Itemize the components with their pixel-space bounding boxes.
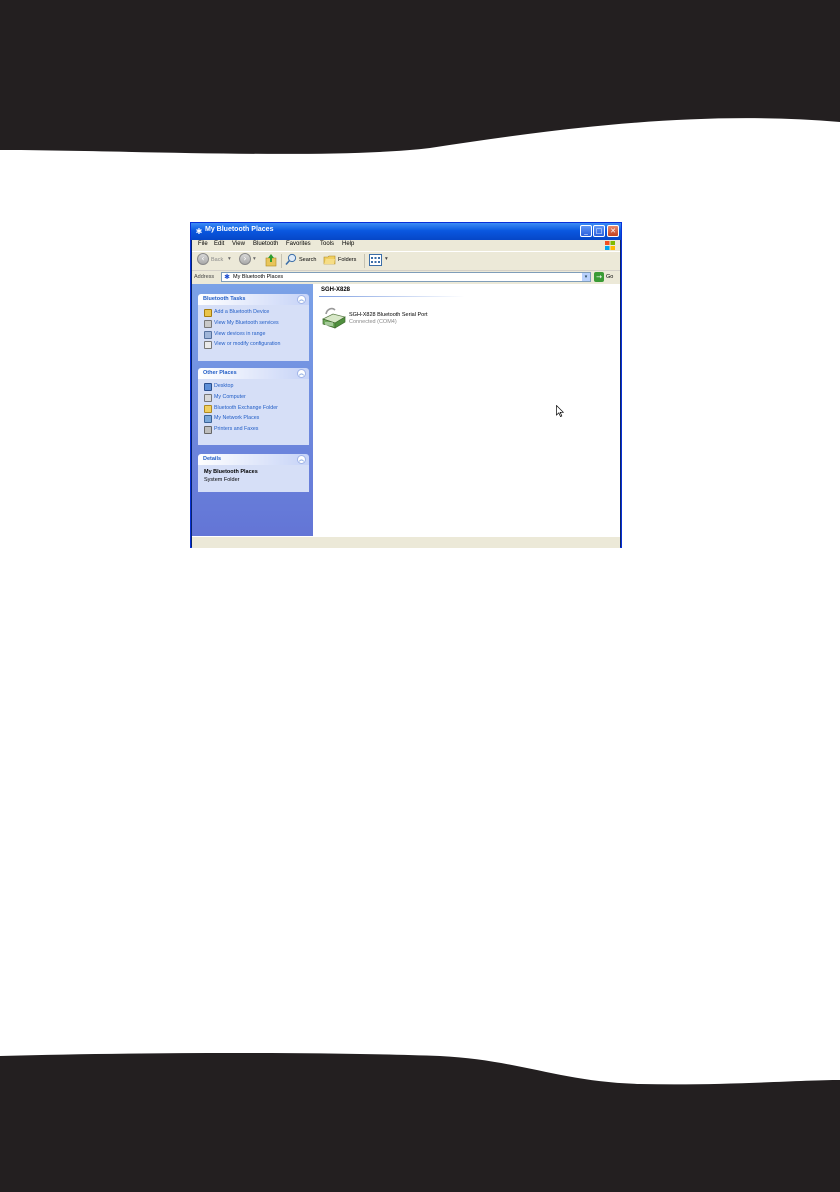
task-label: Add a Bluetooth Device [214, 309, 270, 315]
details-name: My Bluetooth Places [204, 469, 258, 475]
bluetooth-tasks-header[interactable]: Bluetooth Tasks ︽ [198, 294, 309, 305]
place-my-computer[interactable]: My Computer [198, 393, 309, 404]
address-dropdown-icon[interactable]: ▾ [582, 273, 590, 281]
back-arrow-icon[interactable]: ‹ [197, 253, 209, 265]
place-label: Printers and Faxes [214, 426, 259, 433]
address-bar: Address ✱ My Bluetooth Places ▾ → Go [192, 270, 620, 284]
desktop-icon [204, 383, 212, 391]
collapse-chevron-icon[interactable]: ︽ [297, 455, 306, 464]
address-label: Address [194, 274, 215, 280]
task-label: View devices in range [214, 330, 266, 337]
views-dropdown-icon[interactable]: ▾ [385, 256, 388, 270]
title-bar[interactable]: ✱ My Bluetooth Places _ □ ✕ [191, 223, 621, 240]
place-label: My Network Places [214, 415, 260, 422]
menu-bluetooth[interactable]: Bluetooth [253, 241, 278, 247]
my-computer-icon [204, 393, 212, 402]
task-add-bluetooth-device[interactable]: Add a Bluetooth Device [198, 308, 309, 319]
forward-arrow-icon[interactable]: › [239, 253, 251, 265]
folders-button-label[interactable]: Folders [338, 257, 356, 271]
bottom-page-band [0, 1053, 840, 1192]
toolbar: ‹ Back ▾ › ▾ Search Folders ▾ [192, 251, 620, 270]
devices-in-range-icon [204, 330, 212, 339]
place-bluetooth-exchange-folder[interactable]: Bluetooth Exchange Folder [198, 404, 309, 415]
address-input[interactable]: ✱ My Bluetooth Places ▾ [221, 272, 591, 282]
network-places-icon [204, 415, 212, 424]
toolbar-separator [281, 254, 282, 268]
other-places-title: Other Places [203, 370, 237, 376]
back-button-label[interactable]: Back [211, 257, 223, 271]
menu-bar: File Edit View Bluetooth Favorites Tools… [192, 240, 620, 251]
go-arrow-icon[interactable]: → [594, 272, 604, 282]
services-icon [204, 319, 212, 328]
maximize-button[interactable]: □ [593, 225, 605, 237]
menu-favorites[interactable]: Favorites [286, 241, 311, 247]
configuration-icon [204, 341, 212, 350]
address-value: My Bluetooth Places [233, 274, 284, 280]
task-view-services[interactable]: View My Bluetooth services [198, 319, 309, 330]
up-folder-icon[interactable] [265, 253, 277, 267]
place-label: Desktop [214, 383, 234, 389]
task-label: View My Bluetooth services [214, 319, 279, 326]
group-divider [319, 296, 465, 297]
menu-file[interactable]: File [198, 241, 208, 247]
file-list-area[interactable]: SGH-X828 SGH-X828 Bluetooth Serial Port … [313, 284, 620, 536]
serial-port-icon[interactable] [321, 307, 347, 329]
window-title: My Bluetooth Places [205, 226, 274, 233]
place-label: Bluetooth Exchange Folder [214, 404, 278, 411]
search-icon[interactable] [285, 253, 297, 266]
menu-help[interactable]: Help [342, 241, 354, 247]
place-desktop[interactable]: Desktop [198, 382, 309, 393]
forward-dropdown-icon[interactable]: ▾ [253, 256, 256, 270]
item-status: Connected (COM4) [349, 319, 397, 325]
collapse-chevron-icon[interactable]: ︽ [297, 295, 306, 304]
toolbar-separator [364, 254, 365, 268]
search-button-label[interactable]: Search [299, 257, 316, 271]
task-view-modify-configuration[interactable]: View or modify configuration [198, 340, 309, 351]
views-icon[interactable] [369, 254, 382, 266]
place-my-network-places[interactable]: My Network Places [198, 414, 309, 425]
menu-view[interactable]: View [232, 241, 245, 247]
details-header[interactable]: Details ︽ [198, 454, 309, 465]
menu-edit[interactable]: Edit [214, 241, 224, 247]
collapse-chevron-icon[interactable]: ︽ [297, 369, 306, 378]
status-bar [192, 536, 620, 548]
details-type: System Folder [204, 477, 240, 483]
task-view-devices-in-range[interactable]: View devices in range [198, 330, 309, 341]
folder-icon [204, 404, 212, 413]
top-page-band [0, 0, 840, 154]
close-button[interactable]: ✕ [607, 225, 619, 237]
group-title: SGH-X828 [321, 287, 351, 293]
bluetooth-icon: ✱ [224, 273, 230, 281]
item-name[interactable]: SGH-X828 Bluetooth Serial Port [349, 312, 428, 318]
folders-icon[interactable] [323, 253, 336, 266]
other-places-panel: Other Places ︽ Desktop My Computer Bluet… [198, 368, 309, 445]
go-button-label[interactable]: Go [606, 274, 613, 280]
minimize-button[interactable]: _ [580, 225, 592, 237]
bluetooth-icon: ✱ [195, 227, 203, 236]
place-label: My Computer [214, 393, 246, 400]
explorer-window: ✱ My Bluetooth Places _ □ ✕ File Edit Vi… [190, 222, 622, 548]
menu-tools[interactable]: Tools [320, 241, 334, 247]
task-label: View or modify configuration [214, 341, 281, 348]
task-pane: Bluetooth Tasks ︽ Add a Bluetooth Device… [192, 284, 313, 536]
other-places-header[interactable]: Other Places ︽ [198, 368, 309, 379]
bluetooth-tasks-panel: Bluetooth Tasks ︽ Add a Bluetooth Device… [198, 294, 309, 361]
place-printers-and-faxes[interactable]: Printers and Faxes [198, 425, 309, 436]
back-dropdown-icon[interactable]: ▾ [228, 256, 231, 270]
windows-logo-icon [605, 241, 615, 250]
details-panel: Details ︽ My Bluetooth Places System Fol… [198, 454, 309, 492]
mouse-cursor-icon [556, 405, 564, 417]
printer-icon [204, 426, 212, 435]
bluetooth-tasks-title: Bluetooth Tasks [203, 296, 246, 302]
add-device-icon [204, 309, 212, 317]
details-title: Details [203, 456, 222, 462]
